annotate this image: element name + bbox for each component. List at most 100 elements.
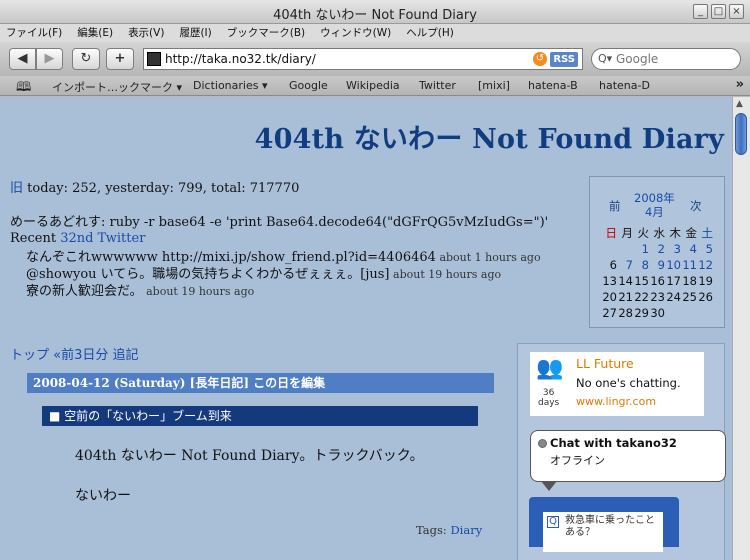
calendar-day: 14: [618, 274, 633, 288]
tweet-time[interactable]: about 19 hours ago: [390, 268, 501, 281]
calendar-day: 20: [602, 290, 617, 304]
calendar-day[interactable]: 10: [665, 257, 681, 273]
add-bookmark-button[interactable]: +: [106, 48, 134, 70]
maximize-button[interactable]: □: [711, 4, 726, 19]
bookmark-mixi[interactable]: [mixi]: [478, 79, 510, 92]
rss-button[interactable]: RSS: [550, 52, 578, 67]
question-text[interactable]: 救急車に乗ったことある？: [565, 515, 663, 539]
window-titlebar: 404th ないわー Not Found Diary _ □ ×: [0, 0, 750, 24]
calendar-day[interactable]: 5: [697, 241, 713, 257]
lingr-days-label: days: [538, 398, 560, 408]
bookmark-hatena-d[interactable]: hatena-D: [599, 79, 650, 92]
bookmark-wikipedia[interactable]: Wikipedia: [346, 79, 400, 92]
calendar-day[interactable]: 1: [633, 241, 649, 257]
section-title[interactable]: ■ 空前の「ないわー」ブーム到来: [42, 406, 478, 426]
tweet-text: なんぞこれwwwwww http://mixi.jp/show_friend.p…: [26, 250, 436, 265]
minimize-button[interactable]: _: [693, 4, 708, 19]
menu-history[interactable]: 履歴(I): [179, 24, 211, 42]
counter-text: today: 252, yesterday: 799, total: 71777…: [23, 181, 300, 196]
tweet-list: なんぞこれwwwwww http://mixi.jp/show_friend.p…: [26, 249, 541, 300]
bookmark-dictionaries[interactable]: Dictionaries ▾: [193, 79, 267, 92]
calendar-month-label[interactable]: 4月: [634, 205, 675, 219]
calendar-month[interactable]: 2008年 4月: [634, 191, 675, 219]
calendar-day[interactable]: 4: [681, 241, 697, 257]
offline-status-icon: [538, 439, 547, 448]
lingr-status: No one's chatting.: [576, 376, 681, 390]
list-item: @showyou いてら。職場の気持ちよくわかるぜぇぇぇ。[jus] about…: [26, 266, 541, 283]
lingr-link[interactable]: www.lingr.com: [576, 395, 656, 408]
entry-text: 404th ないわー Not Found Diary。トラックバック。: [75, 448, 424, 464]
lingr-badge[interactable]: 👥 36 days LL Future No one's chatting. w…: [530, 352, 704, 416]
bookmark-google[interactable]: Google: [289, 79, 328, 92]
close-button[interactable]: ×: [729, 4, 744, 19]
people-icon: 👥: [536, 356, 564, 381]
bookmarks-more-button[interactable]: »: [736, 77, 744, 92]
calendar-day[interactable]: 12: [697, 257, 713, 273]
twitter-status: : ruby -r base64 -e 'print Base64.decode…: [101, 215, 549, 230]
tweet-text: @showyou いてら。職場の気持ちよくわかるぜぇぇぇ。[jus]: [26, 267, 390, 282]
calendar-day: 29: [634, 306, 649, 320]
search-icon[interactable]: Q▾: [598, 52, 612, 65]
calendar-weekday: 木: [669, 226, 682, 240]
calendar: 前 2008年 4月 次 日月火水木金土 1 2 3 4 5 6 7 8 9 10 11 12 13 14 1…: [589, 176, 725, 328]
tag-link[interactable]: Diary: [450, 523, 482, 537]
calendar-day[interactable]: 7: [617, 257, 633, 273]
address-bar[interactable]: http://taka.no32.tk/diary/ ↺ RSS: [143, 48, 583, 70]
recent-twitter-link[interactable]: 32nd Twitter: [60, 231, 145, 246]
search-box[interactable]: Q▾: [591, 48, 741, 70]
menu-help[interactable]: ヘルプ(H): [406, 24, 454, 42]
snapback-icon[interactable]: ↺: [533, 52, 547, 66]
calendar-day: 21: [618, 290, 633, 304]
scroll-thumb[interactable]: [735, 113, 747, 155]
calendar-next-link[interactable]: 次: [690, 198, 702, 214]
bookmark-hatena-b[interactable]: hatena-B: [528, 79, 578, 92]
calendar-grid: 日月火水木金土 1 2 3 4 5 6 7 8 9 10 11 12 13 14 15 16 17 18 19 20 21…: [601, 225, 713, 321]
back-button[interactable]: ◀: [9, 48, 36, 70]
calendar-prev-link[interactable]: 前: [609, 198, 621, 214]
question-card[interactable]: Q 救急車に乗ったことある？: [543, 512, 663, 552]
menu-view[interactable]: 表示(V): [128, 24, 164, 42]
calendar-day[interactable]: 3: [665, 241, 681, 257]
calendar-day: [617, 241, 633, 257]
bubble-tail: [541, 481, 557, 491]
calendar-weekday: 日: [605, 226, 618, 240]
chat-status-bubble[interactable]: Chat with takano32 オフライン: [530, 430, 726, 491]
forward-button[interactable]: ▶: [36, 48, 63, 70]
old-diary-link[interactable]: 旧: [10, 181, 23, 196]
calendar-day[interactable]: 2: [649, 241, 665, 257]
day-navigation[interactable]: トップ «前3日分 追記: [10, 344, 139, 363]
menu-bookmarks[interactable]: ブックマーク(B): [227, 24, 305, 42]
list-item: 寮の新人歓迎会だ。 about 19 hours ago: [26, 283, 541, 300]
calendar-day[interactable]: 8: [633, 257, 649, 273]
reload-button[interactable]: ↻: [72, 48, 100, 70]
vertical-scrollbar[interactable]: ▲: [732, 97, 750, 560]
calendar-weekday: 月: [621, 226, 634, 240]
blog-title[interactable]: 404th ないわー Not Found Diary: [255, 117, 724, 156]
bookmarks-bar: 🕮 インポート…ックマーク ▾ Dictionaries ▾ Google Wi…: [0, 76, 750, 96]
search-input[interactable]: [616, 52, 731, 66]
tweet-time[interactable]: about 19 hours ago: [143, 285, 254, 298]
address-text[interactable]: http://taka.no32.tk/diary/: [165, 52, 316, 66]
calendar-day[interactable]: 11: [681, 257, 697, 273]
day-header[interactable]: 2008-04-12 (Saturday) [長年日記] この日を編集: [27, 373, 494, 393]
chat-title[interactable]: Chat with takano32: [550, 436, 677, 450]
lingr-room-name[interactable]: LL Future: [576, 356, 634, 371]
calendar-day: 17: [666, 274, 681, 288]
calendar-day: 18: [682, 274, 697, 288]
twitter-name: めーるあどれす: [10, 215, 102, 230]
entry-text: ないわー: [75, 488, 131, 504]
calendar-year-label[interactable]: 2008年: [634, 191, 675, 205]
tags-label: Tags:: [416, 523, 451, 537]
bookmark-twitter[interactable]: Twitter: [419, 79, 456, 92]
calendar-day: 24: [666, 290, 681, 304]
calendar-day[interactable]: 9: [649, 257, 665, 273]
tweet-time[interactable]: about 1 hours ago: [436, 251, 540, 264]
window-title: 404th ないわー Not Found Diary: [273, 8, 477, 23]
calendar-day: 22: [634, 290, 649, 304]
bookmark-import[interactable]: インポート…ックマーク ▾: [52, 79, 182, 95]
question-icon: Q: [547, 516, 559, 528]
menu-edit[interactable]: 編集(E): [77, 24, 113, 42]
menu-file[interactable]: ファイル(F): [6, 24, 62, 42]
menu-window[interactable]: ウィンドウ(W): [320, 24, 391, 42]
scroll-up-icon[interactable]: ▲: [736, 99, 743, 109]
